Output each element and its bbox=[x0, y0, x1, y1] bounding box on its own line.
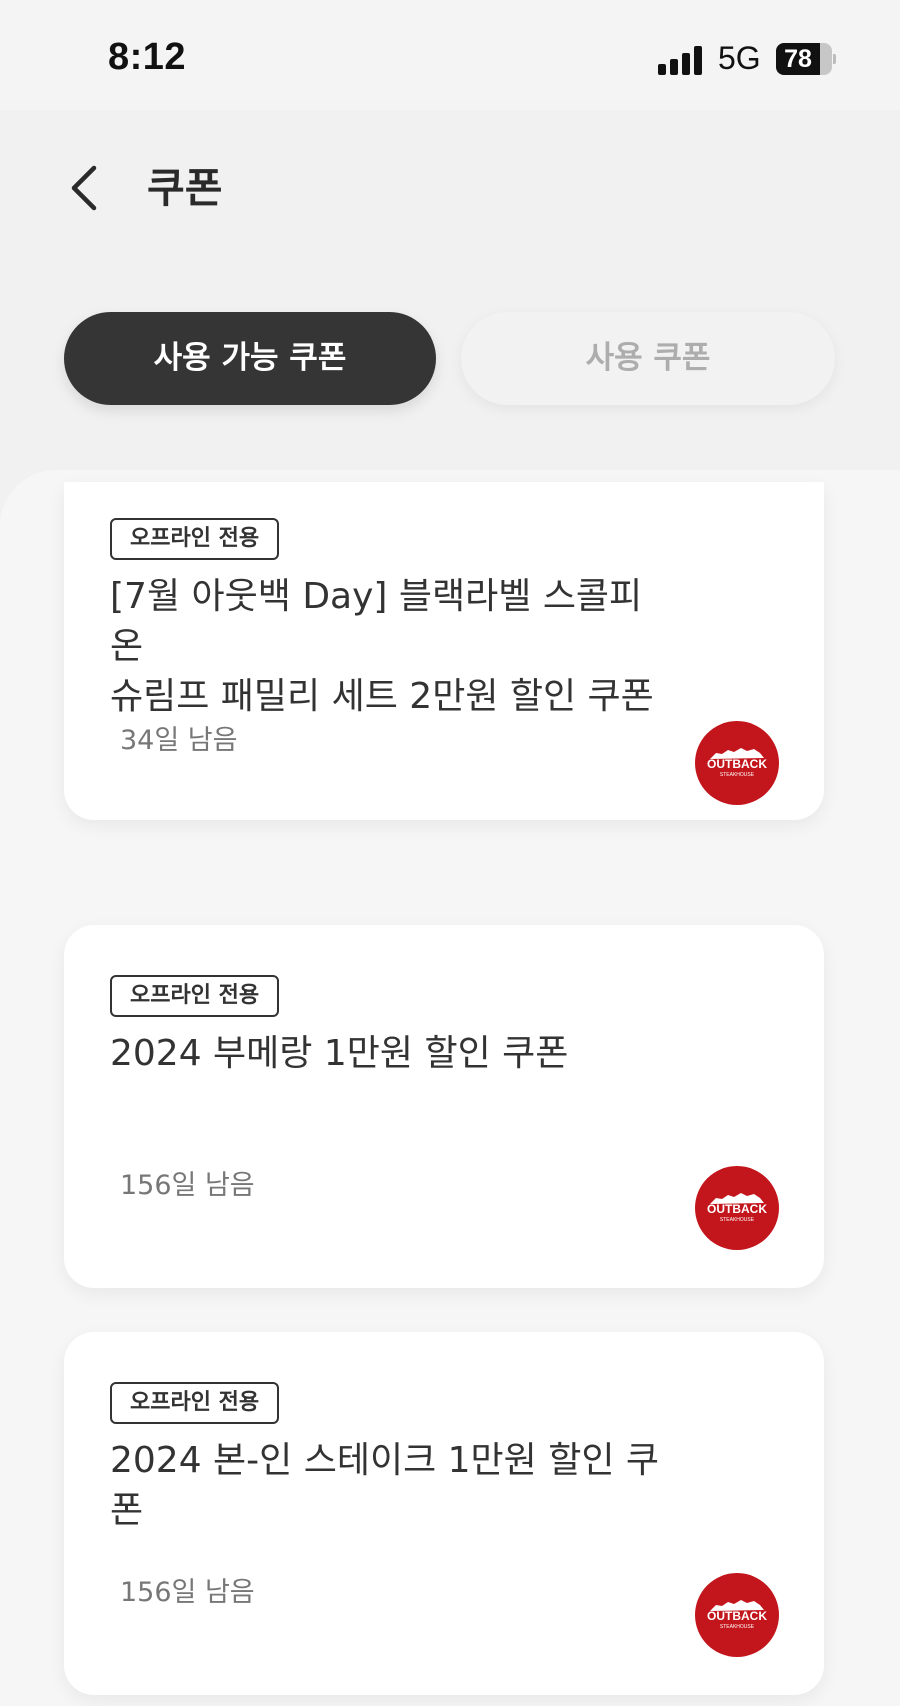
status-bar: 8:12 5G 78 bbox=[0, 0, 900, 110]
coupon-list: 오프라인 전용 [7월 아웃백 Day] 블랙라벨 스콜피온 슈림프 패밀리 세… bbox=[0, 470, 900, 1706]
back-button[interactable] bbox=[56, 158, 116, 218]
coupon-card[interactable]: 오프라인 전용 [7월 아웃백 Day] 블랙라벨 스콜피온 슈림프 패밀리 세… bbox=[64, 482, 824, 820]
logo-text: OUTBACK bbox=[707, 1202, 767, 1216]
days-left: 156일 남음 bbox=[120, 1577, 255, 1608]
battery-level-text: 78 bbox=[784, 45, 812, 73]
logo-subtext: STEAKHOUSE bbox=[720, 1217, 755, 1223]
coupon-title-line: 폰 bbox=[110, 1490, 144, 1531]
days-left: 156일 남음 bbox=[120, 1170, 255, 1201]
signal-icon bbox=[658, 45, 704, 75]
coupon-card[interactable]: 오프라인 전용 2024 본-인 스테이크 1만원 할인 쿠 폰 156일 남음… bbox=[64, 1332, 824, 1695]
outback-logo-icon: OUTBACK STEAKHOUSE bbox=[695, 721, 779, 805]
coupon-title: [7월 아웃백 Day] 블랙라벨 스콜피온 슈림프 패밀리 세트 2만원 할인… bbox=[110, 572, 670, 722]
tab-used-coupons[interactable]: 사용 쿠폰 bbox=[461, 312, 835, 405]
logo-subtext: STEAKHOUSE bbox=[720, 1624, 755, 1630]
outback-logo-icon: OUTBACK STEAKHOUSE bbox=[695, 1573, 779, 1657]
coupon-card[interactable]: 오프라인 전용 2024 부메랑 1만원 할인 쿠폰 156일 남음 OUTBA… bbox=[64, 925, 824, 1288]
page-title: 쿠폰 bbox=[147, 164, 223, 212]
offline-only-badge: 오프라인 전용 bbox=[110, 975, 280, 1017]
coupon-title-line: 2024 본-인 스테이크 1만원 할인 쿠 bbox=[110, 1440, 660, 1481]
logo-text: OUTBACK bbox=[707, 1609, 767, 1623]
network-type: 5G bbox=[718, 40, 761, 76]
coupon-title: 2024 본-인 스테이크 1만원 할인 쿠 폰 bbox=[110, 1436, 670, 1536]
coupon-title-line: 2024 부메랑 1만원 할인 쿠폰 bbox=[110, 1033, 569, 1074]
days-left: 34일 남음 bbox=[120, 725, 238, 756]
chevron-left-icon bbox=[71, 165, 97, 211]
offline-only-badge: 오프라인 전용 bbox=[110, 518, 280, 560]
battery-icon: 78 bbox=[776, 43, 836, 75]
page-header: 쿠폰 bbox=[0, 110, 900, 260]
logo-text: OUTBACK bbox=[707, 757, 767, 771]
coupon-title: 2024 부메랑 1만원 할인 쿠폰 bbox=[110, 1029, 670, 1079]
offline-only-badge: 오프라인 전용 bbox=[110, 1382, 280, 1424]
tab-available-coupons[interactable]: 사용 가능 쿠폰 bbox=[64, 312, 436, 405]
status-time: 8:12 bbox=[108, 36, 187, 78]
logo-subtext: STEAKHOUSE bbox=[720, 772, 755, 778]
outback-logo-icon: OUTBACK STEAKHOUSE bbox=[695, 1166, 779, 1250]
coupon-title-line: 슈림프 패밀리 세트 2만원 할인 쿠폰 bbox=[110, 676, 654, 717]
coupon-title-line: [7월 아웃백 Day] 블랙라벨 스콜피온 bbox=[110, 576, 643, 667]
